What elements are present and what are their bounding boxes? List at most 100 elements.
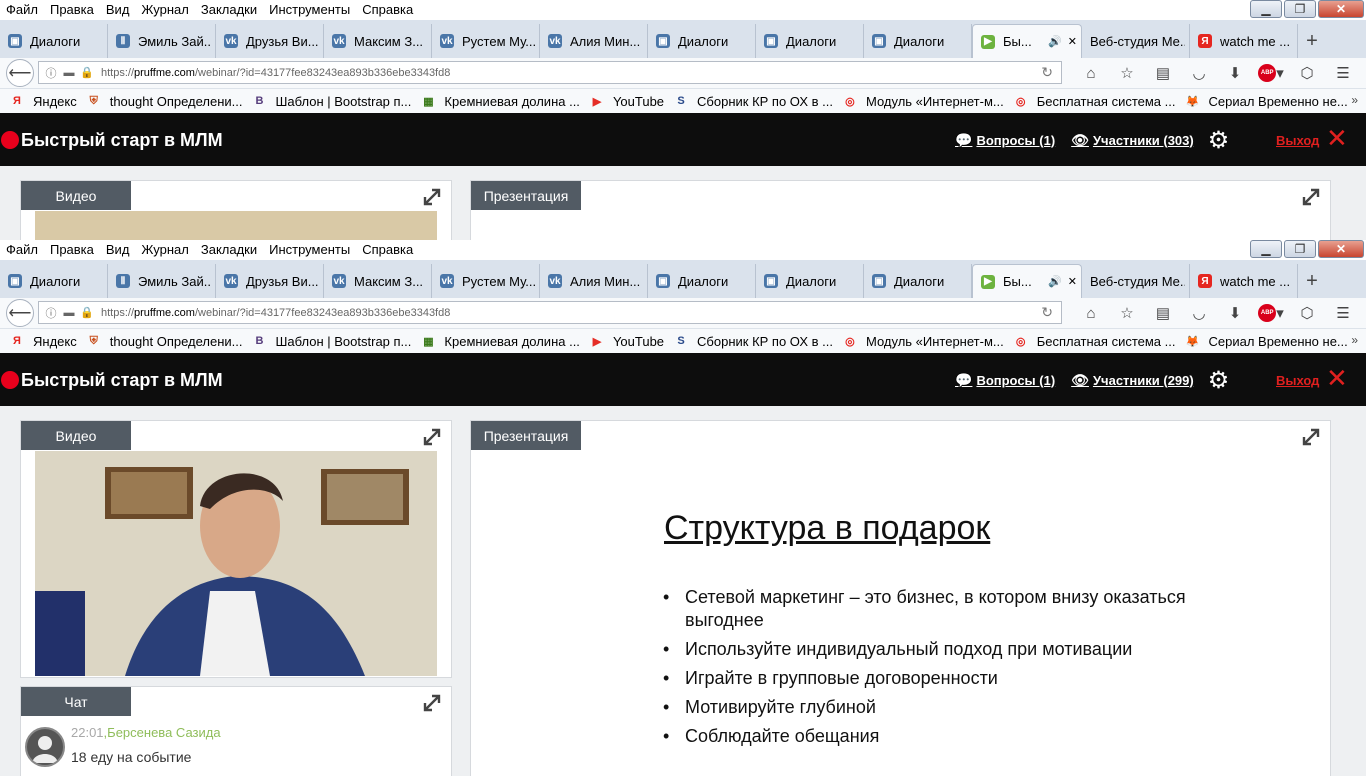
extension-icon[interactable]: ⬡ [1289, 301, 1325, 325]
bookmark-item[interactable]: ◎ Бесплатная система ... [1004, 94, 1176, 109]
star-icon[interactable]: ☆ [1109, 301, 1145, 325]
reading-list-icon[interactable]: ▤ [1145, 301, 1181, 325]
new-tab-button[interactable]: + [1298, 264, 1326, 298]
reload-icon[interactable]: ↻ [1041, 304, 1053, 321]
close-icon[interactable]: ✕ [1326, 365, 1350, 391]
menu-tools[interactable]: Инструменты [263, 240, 356, 260]
tab-4[interactable]: vk Рустем Му... [432, 264, 540, 298]
participants-link[interactable]: 👁 Участники (303) [1071, 132, 1194, 149]
back-button[interactable]: ⟵ [6, 299, 34, 327]
tab-11[interactable]: Яwatch me ... [1190, 24, 1298, 58]
questions-link[interactable]: 💬 Вопросы (1) [955, 132, 1055, 149]
tab-5[interactable]: vk Алия Мин... [540, 24, 648, 58]
bookmark-item[interactable]: ◎ Модуль «Интернет-м... [833, 334, 1004, 349]
info-icon[interactable]: ⓘ [45, 67, 57, 80]
tab-4[interactable]: vk Рустем Му... [432, 24, 540, 58]
menu-file[interactable]: Файл [0, 240, 44, 260]
tab-7[interactable]: ▣ Диалоги [756, 24, 864, 58]
tab-6[interactable]: ▣ Диалоги [648, 264, 756, 298]
tab-3[interactable]: vk Максим З... [324, 24, 432, 58]
bookmark-item[interactable]: B Шаблон | Bootstrap п... [243, 94, 412, 109]
bookmark-item[interactable]: ▶ YouTube [580, 334, 664, 349]
bookmark-item[interactable]: 🦊 Сериал Временно не... [1175, 334, 1348, 349]
menu-view[interactable]: Вид [100, 240, 136, 260]
expand-icon[interactable] [423, 188, 441, 206]
bookmark-item[interactable]: ▶ YouTube [580, 94, 664, 109]
menu-help[interactable]: Справка [356, 0, 419, 20]
adblock-icon[interactable]: ABP ▾ [1253, 301, 1289, 325]
expand-icon[interactable] [423, 694, 441, 712]
download-icon[interactable]: ⬇ [1217, 301, 1253, 325]
home-icon[interactable]: ⌂ [1073, 301, 1109, 325]
close-icon[interactable]: ✕ [1326, 125, 1350, 151]
close-tab-icon[interactable]: ✕ [1068, 35, 1077, 48]
download-icon[interactable]: ⬇ [1217, 61, 1253, 85]
bookmarks-overflow-icon[interactable]: » [1351, 93, 1358, 107]
settings-gear-icon[interactable]: ⚙ [1208, 126, 1230, 155]
bookmark-item[interactable]: S Сборник КР по ОХ в ... [664, 94, 833, 109]
tab-3[interactable]: vk Максим З... [324, 264, 432, 298]
menu-edit[interactable]: Правка [44, 0, 100, 20]
minimize-button[interactable]: ▁ [1250, 240, 1282, 258]
tab-6[interactable]: ▣ Диалоги [648, 24, 756, 58]
pocket-icon[interactable]: ◡ [1181, 301, 1217, 325]
tab-2[interactable]: vk Друзья Ви... [216, 264, 324, 298]
presentation-panel-tab[interactable]: Презентация [471, 421, 581, 450]
minimize-button[interactable]: ▁ [1250, 0, 1282, 18]
tab-11[interactable]: Яwatch me ... [1190, 264, 1298, 298]
chat-author[interactable]: Берсенева Сазида [107, 725, 220, 740]
close-window-button[interactable]: ✕ [1318, 0, 1364, 18]
back-button[interactable]: ⟵ [6, 59, 34, 87]
menu-history[interactable]: Журнал [135, 240, 194, 260]
chat-panel-tab[interactable]: Чат [21, 687, 131, 716]
star-icon[interactable]: ☆ [1109, 61, 1145, 85]
bookmark-item[interactable]: 🦊 Сериал Временно не... [1175, 94, 1348, 109]
bookmark-item[interactable]: ⛨ thought Определени... [77, 334, 243, 349]
exit-link[interactable]: Выход [1276, 113, 1319, 167]
tab-0[interactable]: ▣ Диалоги [0, 24, 108, 58]
expand-icon[interactable] [1302, 428, 1320, 446]
address-bar[interactable]: ⓘ ▬ 🔒 https://pruffme.com/webinar/?id=43… [38, 61, 1062, 84]
menu-history[interactable]: Журнал [135, 0, 194, 20]
url-text[interactable]: https://pruffme.com/webinar/?id=43177fee… [101, 67, 450, 79]
maximize-button[interactable]: ❐ [1284, 240, 1316, 258]
tab-1[interactable]: Ⅱ Эмиль Зай... [108, 264, 216, 298]
new-tab-button[interactable]: + [1298, 24, 1326, 58]
tab-2[interactable]: vk Друзья Ви... [216, 24, 324, 58]
bookmark-item[interactable]: ⛨ thought Определени... [77, 94, 243, 109]
pocket-icon[interactable]: ◡ [1181, 61, 1217, 85]
exit-link[interactable]: Выход [1276, 353, 1319, 407]
bookmark-item[interactable]: Я Яндекс [0, 94, 77, 109]
menu-help[interactable]: Справка [356, 240, 419, 260]
url-text[interactable]: https://pruffme.com/webinar/?id=43177fee… [101, 307, 450, 319]
video-feed[interactable] [35, 451, 437, 676]
menu-bookmarks[interactable]: Закладки [195, 0, 263, 20]
tab-7[interactable]: ▣ Диалоги [756, 264, 864, 298]
bookmark-item[interactable]: ◎ Бесплатная система ... [1004, 334, 1176, 349]
tab-1[interactable]: Ⅱ Эмиль Зай... [108, 24, 216, 58]
tab-8[interactable]: ▣ Диалоги [864, 24, 972, 58]
bookmark-item[interactable]: Я Яндекс [0, 334, 77, 349]
bookmarks-overflow-icon[interactable]: » [1351, 333, 1358, 347]
maximize-button[interactable]: ❐ [1284, 0, 1316, 18]
bookmark-item[interactable]: ▦ Кремниевая долина ... [411, 334, 580, 349]
video-panel-tab[interactable]: Видео [21, 181, 131, 210]
menu-file[interactable]: Файл [0, 0, 44, 20]
video-panel-tab[interactable]: Видео [21, 421, 131, 450]
questions-link[interactable]: 💬 Вопросы (1) [955, 372, 1055, 389]
reading-list-icon[interactable]: ▤ [1145, 61, 1181, 85]
bookmark-item[interactable]: S Сборник КР по ОХ в ... [664, 334, 833, 349]
expand-icon[interactable] [423, 428, 441, 446]
tab-10[interactable]: Веб-студия Ме... [1082, 264, 1190, 298]
bookmark-item[interactable]: ▦ Кремниевая долина ... [411, 94, 580, 109]
hamburger-menu-icon[interactable]: ☰ [1325, 301, 1361, 325]
bookmark-item[interactable]: ◎ Модуль «Интернет-м... [833, 94, 1004, 109]
tab-9[interactable]: ▶ Бы... 🔊 ✕ [972, 24, 1082, 58]
menu-tools[interactable]: Инструменты [263, 0, 356, 20]
tab-5[interactable]: vk Алия Мин... [540, 264, 648, 298]
home-icon[interactable]: ⌂ [1073, 61, 1109, 85]
tab-10[interactable]: Веб-студия Ме... [1082, 24, 1190, 58]
settings-gear-icon[interactable]: ⚙ [1208, 366, 1230, 395]
expand-icon[interactable] [1302, 188, 1320, 206]
info-icon[interactable]: ⓘ [45, 307, 57, 320]
